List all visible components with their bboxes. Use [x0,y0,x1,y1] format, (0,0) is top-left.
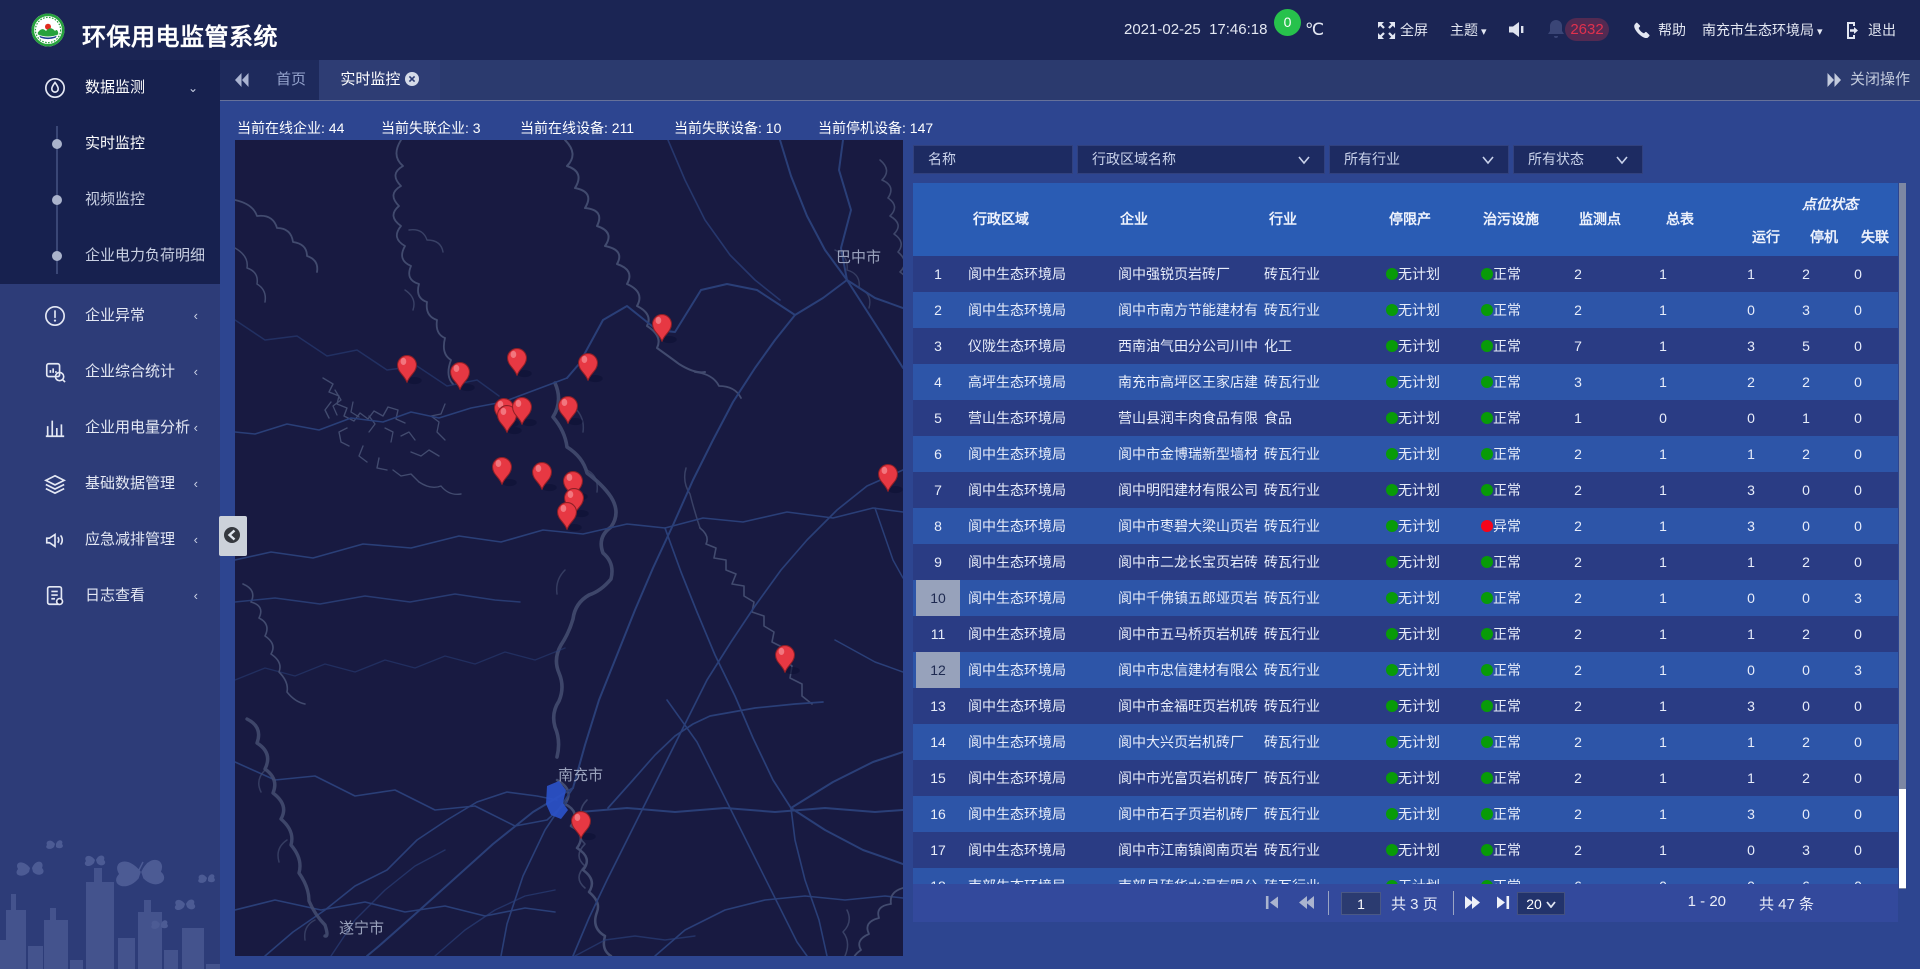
svg-text:巴中市: 巴中市 [836,249,881,266]
svg-text:遂宁市: 遂宁市 [339,920,384,937]
svg-text:南充市: 南充市 [558,767,603,784]
